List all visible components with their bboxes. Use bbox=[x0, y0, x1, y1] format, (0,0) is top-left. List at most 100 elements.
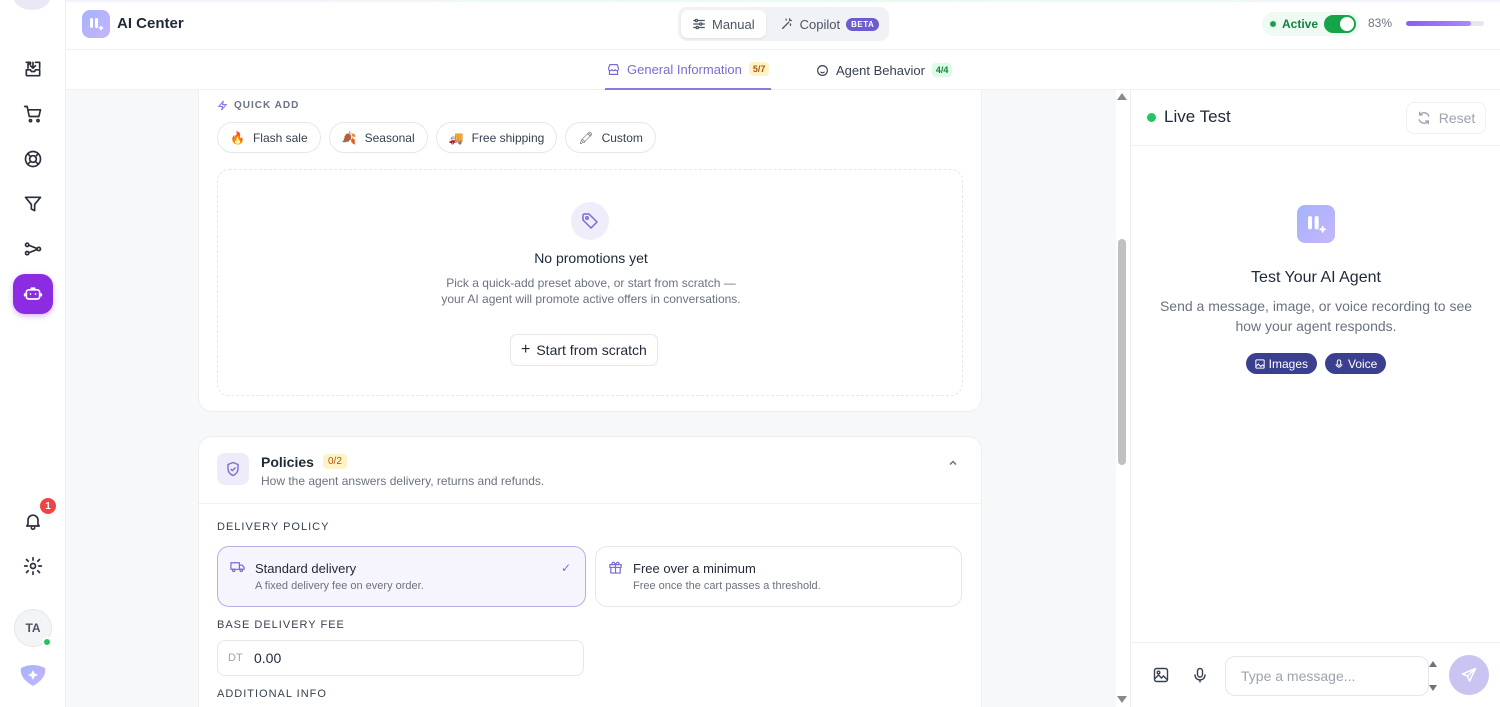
capability-pills: Images Voice bbox=[1131, 353, 1500, 374]
input-resize-arrows-icon[interactable] bbox=[1428, 659, 1438, 693]
fire-icon: 🔥 bbox=[230, 130, 245, 145]
manual-mode-button[interactable]: Manual bbox=[681, 10, 766, 38]
live-test-title: Live Test bbox=[1164, 107, 1231, 126]
scroll-down-arrow-icon[interactable] bbox=[1117, 696, 1127, 703]
truck-icon: 🚚 bbox=[448, 130, 464, 145]
active-toggle[interactable] bbox=[1324, 15, 1357, 33]
notification-badge: 1 bbox=[40, 498, 56, 514]
brand-logo-icon bbox=[20, 665, 46, 686]
mic-icon bbox=[1335, 358, 1343, 368]
images-label: Images bbox=[1268, 356, 1308, 371]
reset-button[interactable]: Reset bbox=[1406, 102, 1486, 134]
gift-icon bbox=[608, 559, 623, 579]
section-tabs: General Information 5/7 Agent Behavior 4… bbox=[66, 50, 1500, 90]
preset-label: Seasonal bbox=[364, 130, 415, 145]
preset-label: Free shipping bbox=[471, 130, 545, 145]
magic-wand-icon bbox=[781, 18, 792, 30]
completion-progress-bar bbox=[1406, 21, 1484, 26]
status-label: Active bbox=[1282, 17, 1319, 31]
policies-card: Policies 0/2 How the agent answers deliv… bbox=[198, 436, 982, 707]
promotions-card: QUICK ADD 🔥 Flash sale 🍂 Seasonal 🚚 Free… bbox=[198, 90, 982, 412]
base-delivery-fee-label: BASE DELIVERY FEE bbox=[217, 619, 345, 631]
filter-icon[interactable] bbox=[13, 184, 53, 224]
bot-icon[interactable] bbox=[13, 274, 53, 314]
check-icon: ✓ bbox=[560, 561, 571, 575]
free-over-minimum-option[interactable]: Free over a minimum Free once the cart p… bbox=[595, 546, 962, 607]
empty-title: No promotions yet bbox=[534, 250, 648, 266]
completion-percent: 83% bbox=[1368, 16, 1393, 30]
additional-info-label: ADDITIONAL INFO bbox=[217, 688, 327, 700]
empty-description: Pick a quick-add preset above, or start … bbox=[441, 276, 741, 306]
message-input[interactable]: Type a message... bbox=[1225, 656, 1429, 696]
delivery-policy-label: DELIVERY POLICY bbox=[217, 521, 330, 533]
scroll-up-arrow-icon[interactable] bbox=[1117, 93, 1127, 100]
truck-icon bbox=[230, 559, 245, 579]
flow-icon[interactable] bbox=[13, 229, 53, 269]
fee-value: 0.00 bbox=[254, 650, 282, 666]
live-test-panel: Live Test Reset Test Your AI Agent Send … bbox=[1130, 90, 1500, 707]
send-button[interactable] bbox=[1449, 655, 1489, 695]
preset-flash-sale[interactable]: 🔥 Flash sale bbox=[217, 122, 321, 153]
manual-mode-label: Manual bbox=[712, 16, 755, 32]
preset-custom[interactable]: 🖍 Custom bbox=[565, 122, 656, 153]
option-description: Free once the cart passes a threshold. bbox=[633, 580, 821, 592]
policies-count: 0/2 bbox=[323, 454, 347, 469]
option-title: Standard delivery bbox=[255, 561, 357, 576]
main-scrollbar[interactable] bbox=[1116, 90, 1130, 707]
copilot-mode-label: Copilot bbox=[799, 16, 841, 32]
preset-free-shipping[interactable]: 🚚 Free shipping bbox=[435, 122, 558, 153]
agent-logo-icon bbox=[1297, 205, 1335, 243]
support-icon[interactable] bbox=[13, 139, 53, 179]
lightning-icon bbox=[217, 100, 228, 111]
images-capability-pill: Images bbox=[1245, 353, 1317, 374]
agent-status: Active bbox=[1262, 12, 1361, 36]
test-agent-description: Send a message, image, or voice recordin… bbox=[1159, 298, 1473, 334]
top-header: AI Center Manual Copilot BETA Active 83% bbox=[66, 0, 1500, 50]
plus-icon: + bbox=[521, 341, 531, 358]
policies-description: How the agent answers delivery, returns … bbox=[261, 474, 545, 488]
start-from-scratch-button[interactable]: + Start from scratch bbox=[510, 334, 658, 366]
live-test-header: Live Test Reset bbox=[1131, 90, 1500, 146]
quick-add-presets: 🔥 Flash sale 🍂 Seasonal 🚚 Free shipping … bbox=[217, 122, 656, 153]
option-title: Free over a minimum bbox=[633, 561, 756, 576]
scroll-thumb[interactable] bbox=[1118, 239, 1126, 465]
send-icon bbox=[1461, 667, 1477, 682]
policies-title: Policies bbox=[261, 454, 314, 470]
copilot-mode-button[interactable]: Copilot BETA bbox=[769, 10, 891, 38]
currency-prefix: DT bbox=[228, 652, 243, 664]
reset-label: Reset bbox=[1438, 110, 1476, 126]
preset-seasonal[interactable]: 🍂 Seasonal bbox=[328, 122, 428, 153]
pencil-icon: 🖍 bbox=[578, 130, 594, 145]
quick-add-label: QUICK ADD bbox=[217, 100, 299, 111]
tab-general-information[interactable]: General Information 5/7 bbox=[605, 50, 772, 90]
app-title: AI Center bbox=[117, 15, 184, 32]
voice-label: Voice bbox=[1348, 356, 1378, 371]
gear-icon[interactable] bbox=[13, 546, 53, 586]
promotions-empty-state: No promotions yet Pick a quick-add prese… bbox=[217, 169, 963, 396]
sliders-icon bbox=[693, 18, 705, 30]
smile-icon bbox=[817, 64, 828, 76]
test-agent-heading: Test Your AI Agent bbox=[1251, 269, 1381, 286]
base-delivery-fee-input[interactable]: DT 0.00 bbox=[217, 640, 584, 676]
inbox-icon[interactable] bbox=[13, 49, 53, 89]
workspace-icon[interactable] bbox=[14, 0, 50, 10]
preset-label: Custom bbox=[601, 130, 643, 145]
message-composer: Type a message... bbox=[1131, 642, 1500, 707]
divider bbox=[199, 503, 981, 504]
tab-agent-behavior-count: 4/4 bbox=[931, 63, 953, 77]
tab-agent-behavior-label: Agent Behavior bbox=[836, 62, 925, 78]
tab-agent-behavior[interactable]: Agent Behavior 4/4 bbox=[816, 50, 953, 90]
live-indicator-dot bbox=[1147, 113, 1156, 122]
standard-delivery-option[interactable]: Standard delivery A fixed delivery fee o… bbox=[217, 546, 586, 607]
beta-badge: BETA bbox=[846, 17, 880, 31]
attach-image-icon[interactable] bbox=[1153, 667, 1169, 688]
cart-icon[interactable] bbox=[13, 94, 53, 134]
store-icon bbox=[608, 63, 619, 75]
image-icon bbox=[1254, 358, 1265, 369]
mode-switch: Manual Copilot BETA bbox=[678, 7, 889, 41]
tab-general-information-label: General Information bbox=[627, 61, 742, 77]
quick-add-text: QUICK ADD bbox=[234, 100, 300, 111]
collapse-chevron-icon[interactable] bbox=[947, 457, 959, 472]
record-voice-icon[interactable] bbox=[1192, 667, 1208, 688]
online-indicator bbox=[42, 637, 52, 647]
